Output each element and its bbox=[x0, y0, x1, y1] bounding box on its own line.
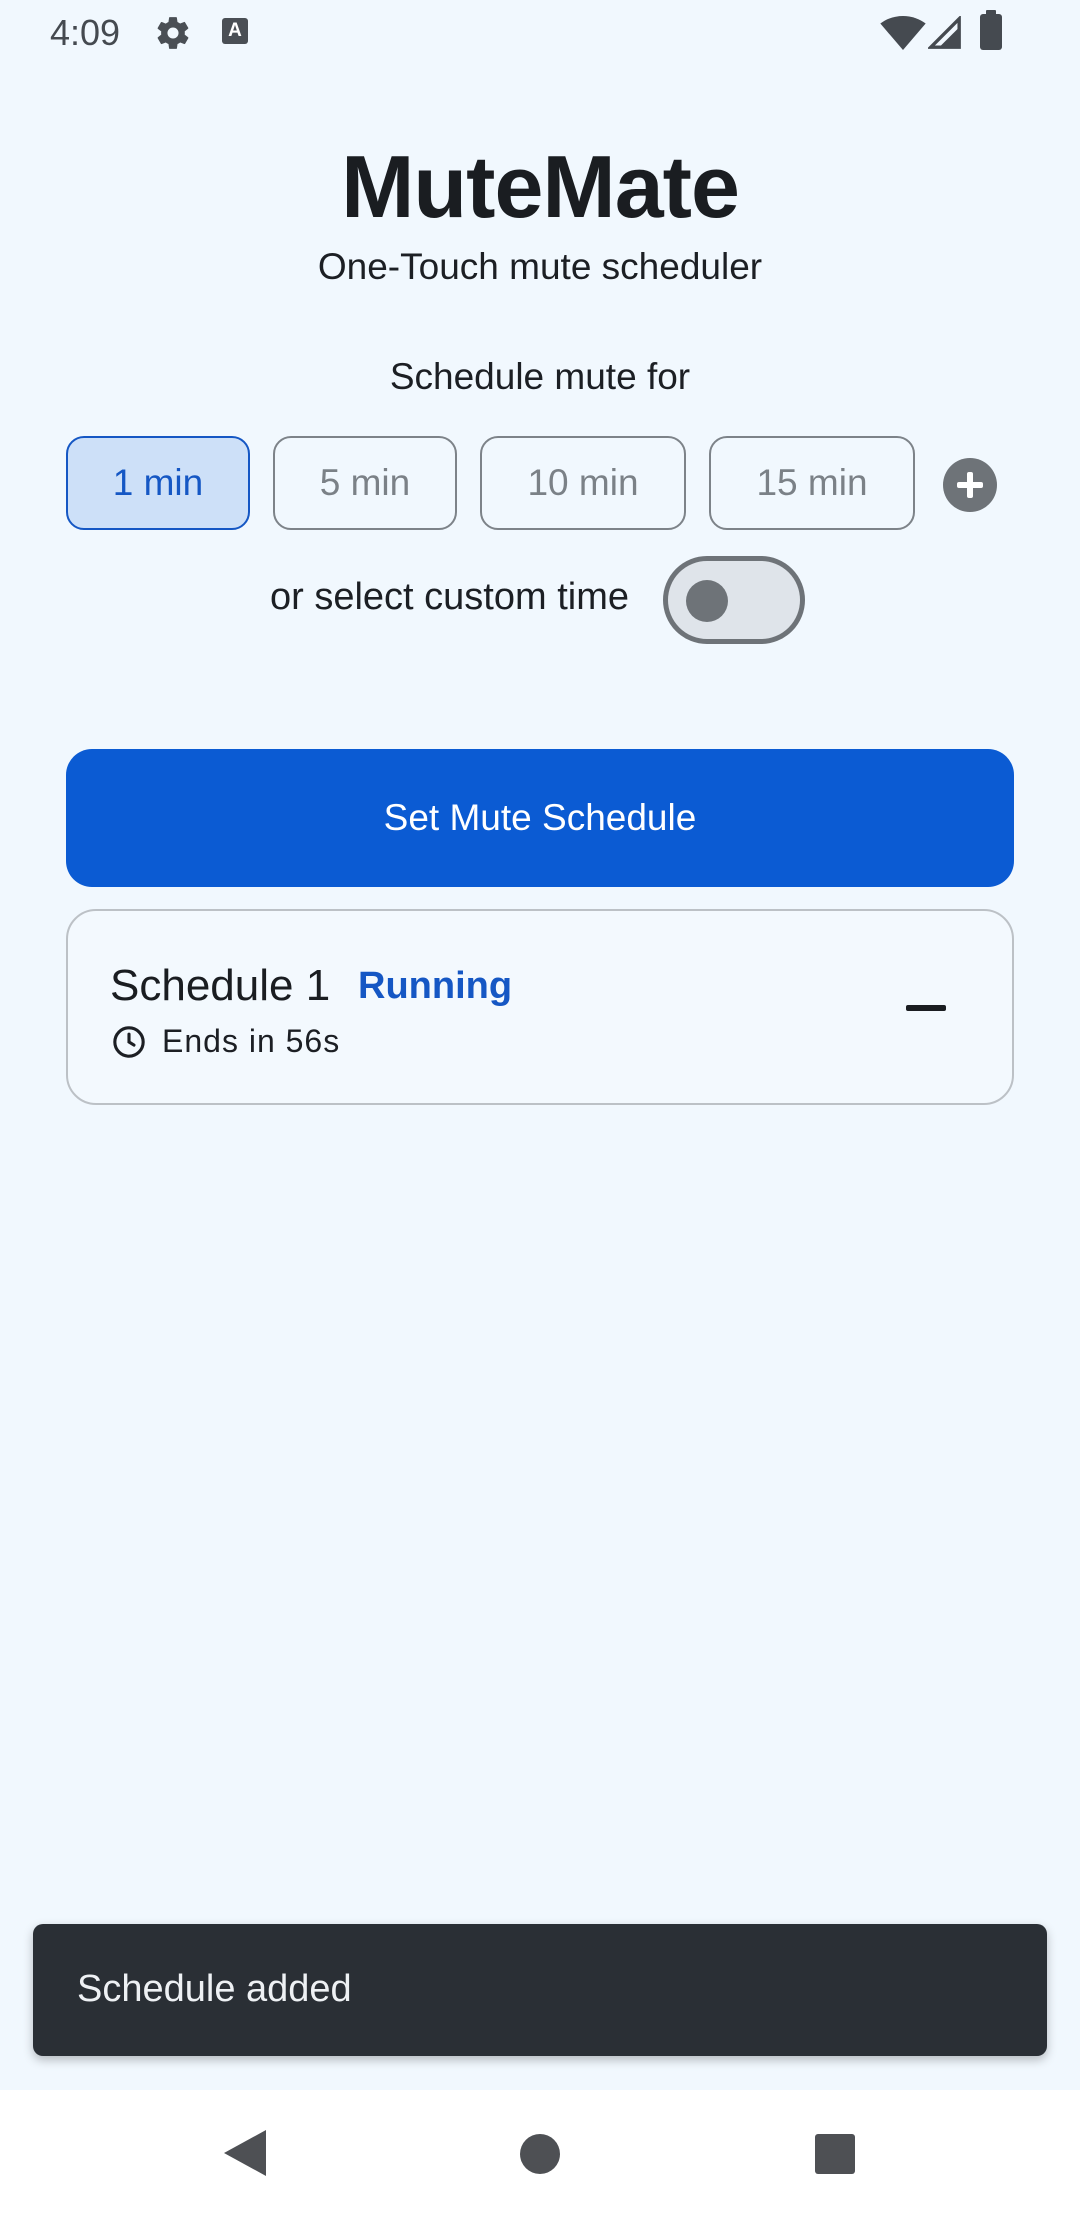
status-bar: 4:09 A bbox=[0, 0, 1080, 66]
custom-time-label: or select custom time bbox=[270, 576, 629, 618]
toggle-knob bbox=[686, 580, 728, 622]
snackbar-message: Schedule added bbox=[77, 1968, 352, 2010]
app-title: MuteMate bbox=[341, 137, 740, 236]
duration-chip-15-min[interactable]: 15 min bbox=[709, 436, 915, 530]
schedule-card: Schedule 1 Running Ends in 56s bbox=[66, 909, 1014, 1105]
duration-chip-10-min[interactable]: 10 min bbox=[480, 436, 686, 530]
battery-icon bbox=[980, 10, 1002, 50]
set-mute-schedule-button[interactable]: Set Mute Schedule bbox=[66, 749, 1014, 887]
schedule-section-label: Schedule mute for bbox=[389, 356, 691, 397]
clock-icon bbox=[113, 1026, 145, 1058]
back-triangle-icon[interactable] bbox=[224, 2130, 266, 2176]
signal-icon bbox=[928, 16, 961, 49]
duration-chip-5-min[interactable]: 5 min bbox=[273, 436, 457, 530]
schedule-ends-text: Ends in 56s bbox=[162, 1023, 341, 1059]
add-duration-button[interactable] bbox=[943, 458, 997, 512]
remove-schedule-button[interactable] bbox=[906, 1005, 946, 1011]
recents-square-icon[interactable] bbox=[815, 2134, 855, 2174]
a-notification-icon: A bbox=[222, 18, 248, 44]
schedule-title: Schedule 1 bbox=[110, 961, 331, 1010]
wifi-icon bbox=[880, 16, 926, 50]
gear-icon bbox=[157, 17, 189, 49]
app-subtitle: One-Touch mute scheduler bbox=[317, 246, 763, 287]
status-time: 4:09 bbox=[50, 12, 121, 53]
snackbar: Schedule added bbox=[33, 1924, 1047, 2056]
schedule-status-badge: Running bbox=[358, 965, 513, 1007]
home-circle-icon[interactable] bbox=[520, 2134, 560, 2174]
custom-time-toggle[interactable] bbox=[663, 556, 805, 644]
system-navigation-bar bbox=[0, 2090, 1080, 2220]
duration-chip-1-min[interactable]: 1 min bbox=[66, 436, 250, 530]
